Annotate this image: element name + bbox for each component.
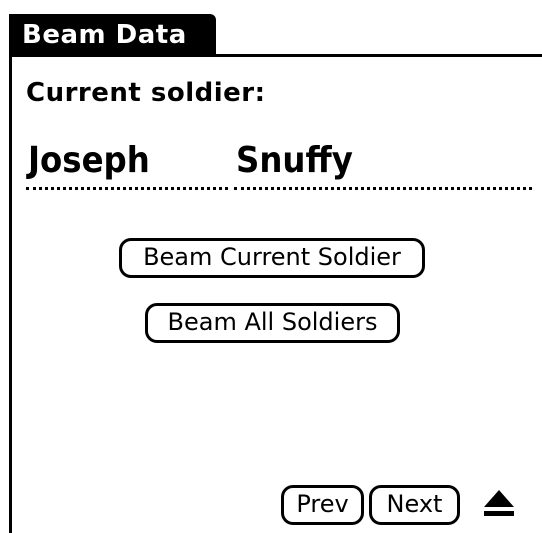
beam-data-form: Beam Data Current soldier: Joseph Snuffy… [0, 0, 542, 533]
prev-button[interactable]: Prev [281, 485, 364, 525]
title-divider [9, 54, 542, 57]
next-button[interactable]: Next [369, 485, 460, 525]
scroll-up-icon[interactable] [481, 487, 517, 523]
form-frame-edge [9, 14, 12, 533]
beam-current-soldier-button[interactable]: Beam Current Soldier [119, 238, 425, 278]
form-title: Beam Data [9, 14, 216, 57]
current-soldier-label: Current soldier: [26, 78, 266, 108]
first-name-field[interactable]: Joseph [26, 138, 228, 190]
last-name-field[interactable]: Snuffy [234, 138, 532, 190]
beam-all-soldiers-button[interactable]: Beam All Soldiers [145, 303, 400, 343]
